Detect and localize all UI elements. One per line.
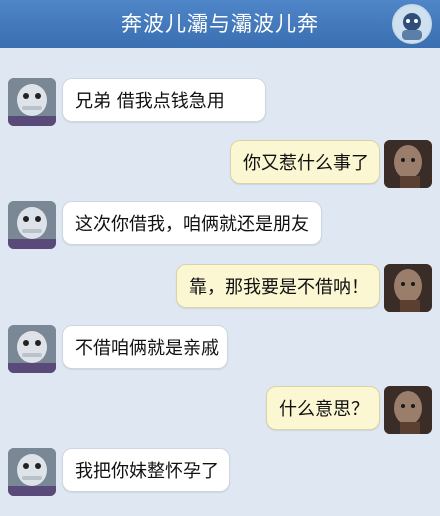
chat-title: 奔波儿灞与灞波儿奔 [121, 12, 319, 36]
message-bubble[interactable]: 靠，那我要是不借呐！ [176, 264, 380, 308]
fish-avatar-icon[interactable] [8, 78, 56, 126]
message-bubble[interactable]: 你又惹什么事了 [230, 140, 380, 184]
contact-avatar-icon [394, 6, 430, 42]
fish-avatar-icon[interactable] [8, 448, 56, 496]
fish-avatar-icon[interactable] [8, 325, 56, 373]
demon-avatar-icon[interactable] [384, 386, 432, 434]
demon-avatar-icon[interactable] [384, 140, 432, 188]
message-bubble[interactable]: 什么意思？ [266, 386, 380, 430]
title-bar: 奔波儿灞与灞波儿奔 [0, 0, 440, 48]
contact-avatar[interactable] [392, 4, 432, 44]
message-bubble[interactable]: 我把你妹整怀孕了 [62, 448, 230, 492]
message-bubble[interactable]: 不借咱俩就是亲戚 [62, 325, 228, 369]
message-bubble[interactable]: 这次你借我，咱俩就还是朋友 [62, 201, 322, 245]
message-bubble[interactable]: 兄弟 借我点钱急用 [62, 78, 266, 122]
demon-avatar-icon[interactable] [384, 264, 432, 312]
fish-avatar-icon[interactable] [8, 201, 56, 249]
